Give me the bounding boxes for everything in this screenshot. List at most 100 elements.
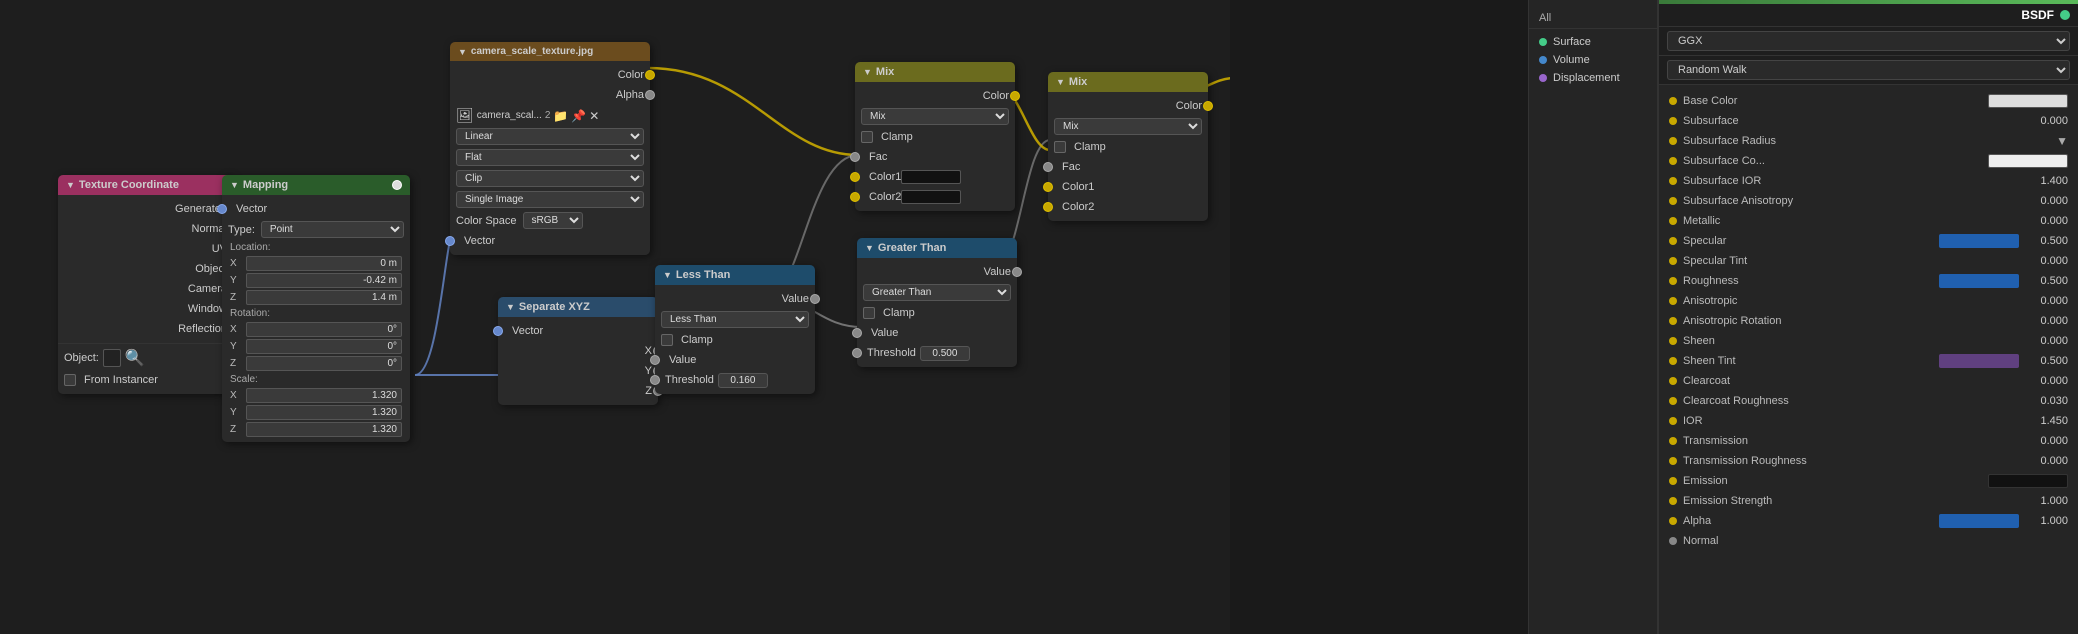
type-item-displacement[interactable]: Displacement <box>1529 69 1657 87</box>
socket-lt-threshold-in[interactable] <box>650 375 660 385</box>
rot-y-value[interactable]: 0° <box>246 339 402 354</box>
base-color-swatch[interactable] <box>1988 94 2068 108</box>
socket-lt-value-out[interactable] <box>810 294 820 304</box>
scale-y-value[interactable]: 1.320 <box>246 405 402 420</box>
socket-mix1-color1-in[interactable] <box>850 172 860 182</box>
type-item-surface[interactable]: Surface <box>1529 33 1657 51</box>
extension-select[interactable]: Clip <box>456 170 644 187</box>
rot-x-value[interactable]: 0° <box>246 322 402 337</box>
mix1-color2-swatch[interactable] <box>901 190 961 204</box>
socket-sep-vector-in[interactable] <box>493 326 503 336</box>
bsdf-socket-out[interactable] <box>2060 10 2070 20</box>
type-displacement-label: Displacement <box>1553 72 1620 84</box>
interpolation-row: Linear <box>450 126 650 147</box>
socket-lt-value-in[interactable] <box>650 355 660 365</box>
bsdf-subsurface-row: Subsurface 0.000 <box>1659 111 2078 131</box>
gt-clamp-checkbox[interactable] <box>863 307 875 319</box>
rot-z-value[interactable]: 0° <box>246 356 402 371</box>
socket-mix1-color2-in[interactable] <box>850 192 860 202</box>
socket-mix2-color1-in[interactable] <box>1043 182 1053 192</box>
greater-than-node: ▼ Greater Than Value Greater Than Clamp … <box>857 238 1017 367</box>
socket-mix2-color-out[interactable] <box>1203 101 1213 111</box>
socket-mix1-color-out[interactable] <box>1010 91 1020 101</box>
subsurface-aniso-socket <box>1669 197 1677 205</box>
pin-icon[interactable]: 📌 <box>571 109 586 123</box>
interpolation-select[interactable]: Linear <box>456 128 644 145</box>
displacement-dot <box>1539 74 1547 82</box>
gt-threshold-value[interactable]: 0.500 <box>920 346 970 361</box>
gt-operation-select[interactable]: Greater Than <box>863 284 1011 301</box>
sheen-tint-socket <box>1669 357 1677 365</box>
mix2-mode-select[interactable]: Mix <box>1054 118 1202 135</box>
loc-y-value[interactable]: -0.42 m <box>246 273 402 288</box>
mix1-clamp-checkbox[interactable] <box>861 131 873 143</box>
socket-mapping-vector-in[interactable] <box>217 204 227 214</box>
scale-x-value[interactable]: 1.320 <box>246 388 402 403</box>
bsdf-properties: Base Color Subsurface 0.000 Subsurface R… <box>1659 85 2078 557</box>
bsdf-sheen-row: Sheen 0.000 <box>1659 331 2078 351</box>
eyedropper-icon[interactable]: 🔍 <box>125 348 145 368</box>
bsdf-transmission-roughness-row: Transmission Roughness 0.000 <box>1659 451 2078 471</box>
lt-clamp-checkbox[interactable] <box>661 334 673 346</box>
socket-gt-value-out[interactable] <box>1012 267 1022 277</box>
sheen-tint-bar[interactable] <box>1939 354 2019 368</box>
from-instancer-checkbox[interactable] <box>64 374 76 386</box>
separate-xyz-header[interactable]: ▼ Separate XYZ <box>498 297 658 317</box>
texture-coord-header[interactable]: ▼ Texture Coordinate <box>58 175 233 195</box>
bsdf-roughness-row: Roughness 0.500 <box>1659 271 2078 291</box>
colorspace-select[interactable]: sRGB <box>523 212 583 229</box>
socket-mix2-color2-in[interactable] <box>1043 202 1053 212</box>
subsurface-radius-dropdown[interactable]: ▼ <box>2056 134 2068 148</box>
value-input-row: Value <box>857 323 1017 343</box>
socket-gt-threshold-in[interactable] <box>852 348 862 358</box>
loc-z-value[interactable]: 1.4 m <box>246 290 402 305</box>
source-select[interactable]: Single Image <box>456 191 644 208</box>
folder-icon[interactable]: 📁 <box>553 109 568 123</box>
greater-than-header[interactable]: ▼ Greater Than <box>857 238 1017 258</box>
bsdf-alpha-row: Alpha 1.000 <box>1659 511 2078 531</box>
subsurface-method-select[interactable]: Random Walk <box>1667 60 2070 80</box>
mapping-title: Mapping <box>243 179 288 191</box>
type-item-volume[interactable]: Volume <box>1529 51 1657 69</box>
lt-threshold-value[interactable]: 0.160 <box>718 373 768 388</box>
roughness-bar[interactable] <box>1939 274 2019 288</box>
mix1-mode-select[interactable]: Mix <box>861 108 1009 125</box>
mix2-header[interactable]: ▼ Mix <box>1048 72 1208 92</box>
less-than-header[interactable]: ▼ Less Than <box>655 265 815 285</box>
mapping-header[interactable]: ▼ Mapping <box>222 175 410 195</box>
camera-texture-header[interactable]: ▼ camera_scale_texture.jpg <box>450 42 650 61</box>
roughness-socket <box>1669 277 1677 285</box>
type-panel: All Surface Volume Displacement <box>1528 0 1658 634</box>
mix1-color1-swatch[interactable] <box>901 170 961 184</box>
mix1-node: ▼ Mix Color Mix Clamp Fac <box>855 62 1015 211</box>
socket-mix2-fac-in[interactable] <box>1043 162 1053 172</box>
loc-x-value[interactable]: 0 m <box>246 256 402 271</box>
socket-mapping-vector-out[interactable] <box>392 180 402 190</box>
socket-tex-alpha-out[interactable] <box>645 90 655 100</box>
separate-xyz-body: Vector X Y Z <box>498 317 658 405</box>
type-volume-label: Volume <box>1553 54 1590 66</box>
emission-swatch[interactable] <box>1988 474 2068 488</box>
socket-tex-vector-in[interactable] <box>445 236 455 246</box>
lt-operation-select[interactable]: Less Than <box>661 311 809 328</box>
socket-mix1-fac-in[interactable] <box>850 152 860 162</box>
specular-bar[interactable] <box>1939 234 2019 248</box>
bsdf-specular-tint-row: Specular Tint 0.000 <box>1659 251 2078 271</box>
source-row: Single Image <box>450 189 650 210</box>
type-row: Type: Point <box>222 219 410 240</box>
type-surface-label: Surface <box>1553 36 1591 48</box>
type-select[interactable]: Point <box>261 221 404 238</box>
socket-gt-value-in[interactable] <box>852 328 862 338</box>
bsdf-clearcoat-row: Clearcoat 0.000 <box>1659 371 2078 391</box>
mix1-header[interactable]: ▼ Mix <box>855 62 1015 82</box>
alpha-bar[interactable] <box>1939 514 2019 528</box>
socket-tex-color-out[interactable] <box>645 70 655 80</box>
close-icon[interactable]: ✕ <box>589 109 599 123</box>
mix2-clamp-checkbox[interactable] <box>1054 141 1066 153</box>
distribution-select[interactable]: GGX <box>1667 31 2070 51</box>
projection-select[interactable]: Flat <box>456 149 644 166</box>
scale-z-value[interactable]: 1.320 <box>246 422 402 437</box>
object-selector[interactable] <box>103 349 121 367</box>
specular-tint-socket <box>1669 257 1677 265</box>
subsurface-co-swatch[interactable] <box>1988 154 2068 168</box>
